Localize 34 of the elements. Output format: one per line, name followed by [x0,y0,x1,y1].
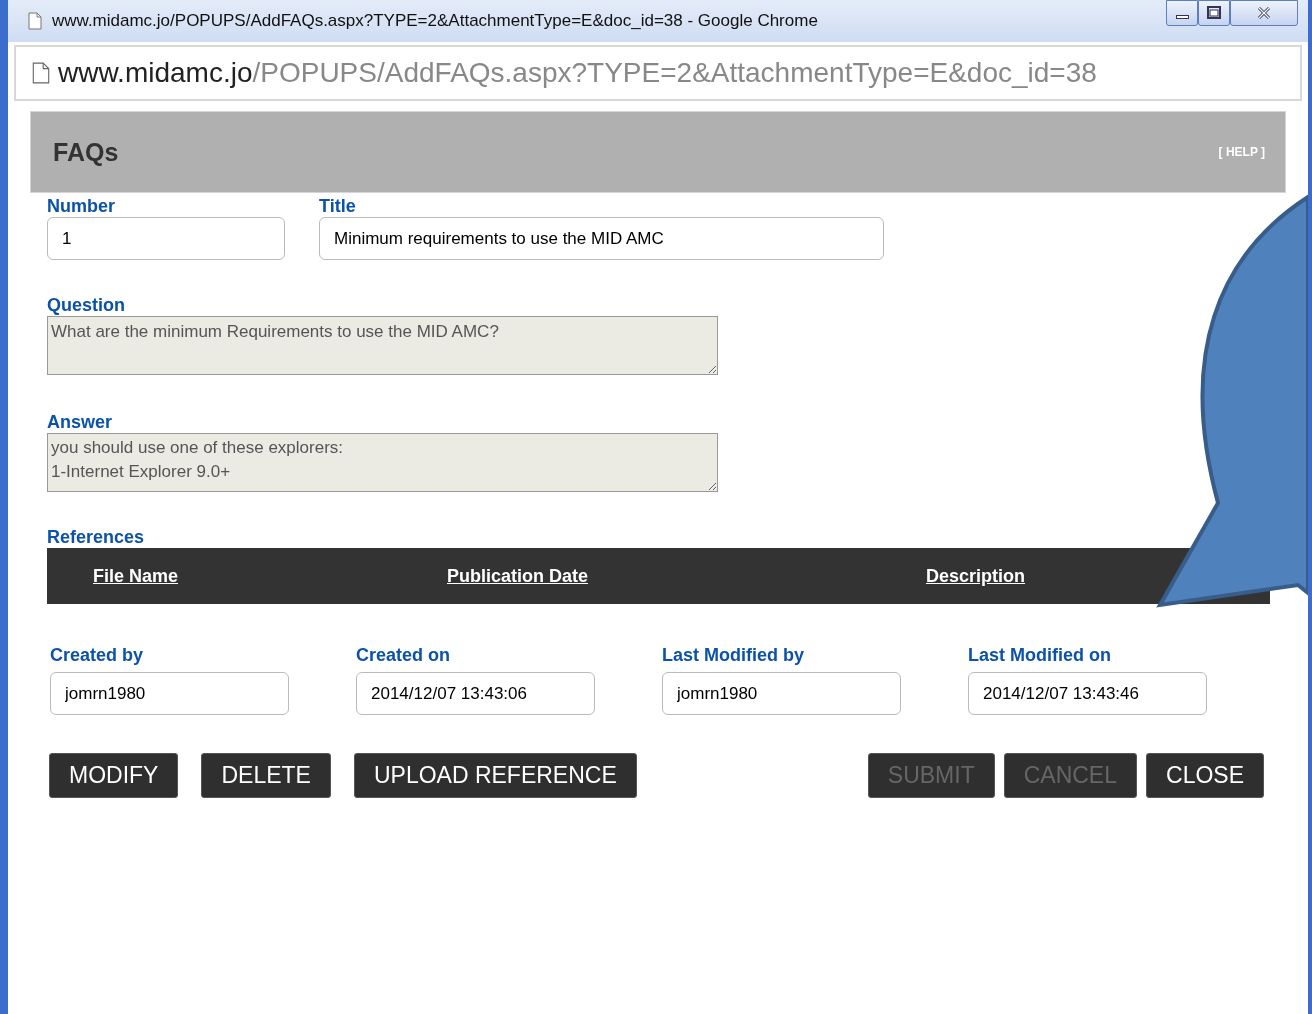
field-label: Created by [50,644,145,666]
url-path: /POPUPS/AddFAQs.aspx?TYPE=2&AttachmentType=E&doc_id=38 [252,57,1097,89]
field-label: Created on [356,644,452,666]
field-label: Question [47,294,126,316]
action-button[interactable]: DELETE [201,753,331,798]
action-button[interactable]: UPLOAD REFERENCE [353,753,637,798]
address-bar[interactable]: www.midamc.jo/POPUPS/AddFAQs.aspx?TYPE=2&AttachmentType=E&doc_id=38 [14,45,1302,101]
action-button[interactable]: CLOSE [1146,753,1264,798]
close-button[interactable] [1230,0,1298,26]
field-label: Number [47,195,116,217]
page-icon [28,12,42,30]
maximize-button[interactable] [1198,0,1230,26]
field-label: Last Modified on [968,644,1112,666]
section-label: References [47,526,146,548]
minimize-button[interactable] [1166,0,1198,26]
field-label: Title [319,195,357,217]
column-header[interactable]: File Name [93,565,179,587]
field-label: Answer [47,411,114,433]
action-button[interactable]: MODIFY [49,753,179,798]
field-label: Last Modified by [662,644,805,666]
column-header[interactable]: Description [926,565,1026,587]
input-field[interactable]: 2014/12/07 13:43:06 [356,672,595,715]
input-field[interactable]: Minimum requirements to use the MID AMC [319,217,884,260]
minimize-icon [1175,15,1189,19]
page-icon [32,62,50,84]
url-host: www.midamc.jo [58,57,253,89]
input-field[interactable]: jomrn1980 [50,672,289,715]
input-field[interactable]: jomrn1980 [662,672,901,715]
input-field[interactable]: 1 [47,217,285,260]
window-title: www.midamc.jo/POPUPS/AddFAQs.aspx?TYPE=2&AttachmentType=E&doc_id=38 - Google Chrome [52,11,818,31]
input-field[interactable]: 2014/12/07 13:43:46 [968,672,1207,715]
column-header[interactable]: Publication Date [447,565,589,587]
maximize-icon [1204,6,1224,20]
page-title: FAQs [53,137,119,167]
